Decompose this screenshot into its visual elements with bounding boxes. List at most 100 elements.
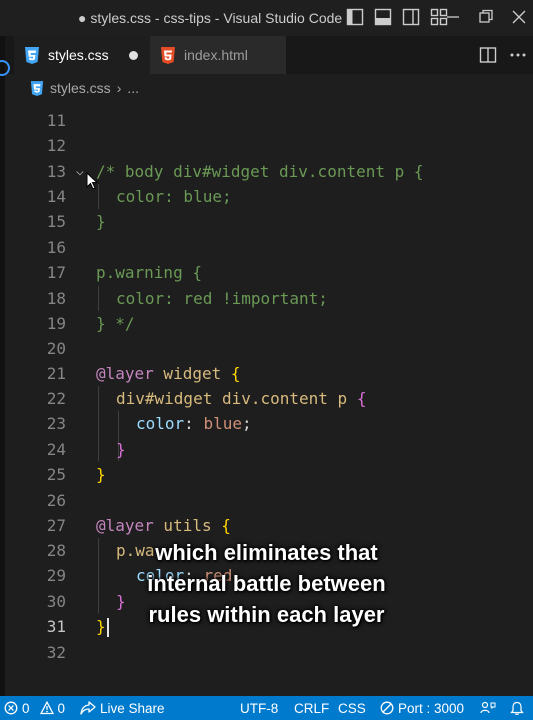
line-number: 16	[46, 238, 66, 257]
token: utils	[153, 516, 212, 535]
status-bar: 0 0 Live Share UTF-8 CRLF CSS Port : 300…	[0, 696, 533, 720]
error-icon	[4, 701, 18, 715]
line-number: 25	[46, 465, 66, 484]
code-text: }	[96, 465, 106, 484]
toggle-panel-icon[interactable]	[374, 8, 392, 26]
tab-styles-css[interactable]: styles.css	[14, 36, 150, 74]
token: @layer	[96, 516, 154, 535]
code-line: 17 p.warning {	[0, 260, 533, 285]
code-text: } */	[96, 314, 135, 333]
port-label: Port : 3000	[398, 700, 465, 716]
code-line: 23 color: blue;	[0, 411, 533, 436]
unsaved-changes-dot[interactable]	[128, 50, 138, 60]
code-line: 12	[0, 133, 533, 158]
language-mode-selector[interactable]: CSS	[338, 696, 366, 720]
video-caption: which eliminates that internal battle be…	[0, 537, 533, 630]
line-number: 32	[46, 643, 66, 662]
line-number: 21	[46, 364, 66, 383]
code-text: @layer utils {	[96, 513, 231, 538]
line-number: 19	[46, 314, 66, 333]
code-line: 25 }	[0, 462, 533, 487]
token: @layer	[96, 364, 154, 383]
code-line: 24 }	[0, 437, 533, 462]
warning-count: 0	[57, 700, 66, 716]
line-number: 20	[46, 339, 66, 358]
person-feedback-icon	[480, 701, 496, 714]
encoding-label: UTF-8	[240, 700, 279, 716]
restore-icon[interactable]	[475, 6, 497, 28]
minimize-icon[interactable]	[442, 6, 464, 28]
token: ;	[241, 414, 252, 433]
problems-indicator[interactable]: 0 0	[4, 696, 65, 720]
line-number: 13	[46, 162, 66, 181]
tab-label: index.html	[184, 47, 248, 63]
code-text: @layer widget {	[96, 361, 241, 386]
close-window-icon[interactable]	[508, 6, 530, 28]
editor-tab-bar: styles.css index.html	[0, 36, 533, 74]
html5-icon	[160, 46, 176, 64]
code-line: 20	[0, 336, 533, 361]
notifications-button[interactable]	[510, 696, 524, 720]
fold-chevron-icon[interactable]: ⌵	[76, 159, 84, 184]
toggle-secondary-sidebar-icon[interactable]	[402, 8, 420, 26]
breadcrumb-more[interactable]: ...	[127, 80, 139, 96]
code-text: }	[116, 440, 126, 459]
code-text: div#widget div.content p {	[116, 386, 366, 411]
code-text: }	[96, 212, 106, 231]
more-actions-icon[interactable]	[509, 46, 527, 64]
caption-line: rules within each layer	[148, 602, 385, 627]
caption-line: which eliminates that	[155, 540, 378, 565]
code-text: color: blue;	[116, 187, 232, 206]
code-line: 27 @layer utils {	[0, 513, 533, 538]
encoding-selector[interactable]: UTF-8	[240, 696, 278, 720]
live-server-port[interactable]: Port : 3000	[380, 696, 464, 720]
tab-index-html[interactable]: index.html	[150, 36, 286, 74]
caption-line: internal battle between	[147, 571, 386, 596]
token: {	[221, 364, 241, 383]
line-number: 14	[46, 187, 66, 206]
code-line: 18 color: red !important;	[0, 286, 533, 311]
eol-selector[interactable]: CRLF	[294, 696, 329, 720]
code-line: 19 } */	[0, 311, 533, 336]
code-text: p.warning {	[96, 263, 202, 282]
line-number: 22	[46, 389, 66, 408]
line-number: 26	[46, 491, 66, 510]
title-bar: ● styles.css - css-tips - Visual Studio …	[0, 0, 533, 36]
line-number: 24	[46, 440, 66, 459]
code-text: /* body div#widget div.content p {	[96, 162, 424, 181]
live-share-icon	[80, 701, 96, 715]
live-share-button[interactable]: Live Share	[80, 696, 165, 720]
code-line: 14 color: blue;	[0, 184, 533, 209]
line-number: 18	[46, 289, 66, 308]
code-line: 13 ⌵ /* body div#widget div.content p {	[0, 159, 533, 184]
editor-actions	[479, 46, 533, 64]
split-editor-icon[interactable]	[479, 46, 497, 64]
chevron-right-icon: ›	[116, 80, 122, 96]
code-line: 16	[0, 235, 533, 260]
token: color	[136, 414, 185, 433]
token: {	[347, 389, 367, 408]
code-line: 11	[0, 108, 533, 133]
code-line: 15 }	[0, 209, 533, 234]
line-number: 11	[46, 111, 66, 130]
line-number: 15	[46, 212, 66, 231]
token: {	[211, 516, 231, 535]
breadcrumb: styles.css › ...	[0, 74, 533, 102]
code-line: 22 div#widget div.content p {	[0, 386, 533, 411]
toggle-primary-sidebar-icon[interactable]	[346, 8, 364, 26]
breadcrumb-file[interactable]: styles.css	[50, 80, 111, 96]
bell-icon	[510, 701, 524, 715]
code-text: color: blue;	[136, 411, 252, 436]
language-label: CSS	[338, 700, 366, 716]
tab-label: styles.css	[48, 47, 109, 63]
error-count: 0	[22, 700, 30, 716]
code-line: 21 @layer widget {	[0, 361, 533, 386]
feedback-button[interactable]	[480, 696, 496, 720]
code-text: color: red !important;	[116, 289, 328, 308]
line-number: 27	[46, 516, 66, 535]
token: widget	[153, 364, 222, 383]
code-line: 32	[0, 640, 533, 665]
window-title: ● styles.css - css-tips - Visual Studio …	[78, 10, 343, 26]
live-share-label: Live Share	[100, 700, 165, 716]
warning-icon	[39, 701, 54, 715]
